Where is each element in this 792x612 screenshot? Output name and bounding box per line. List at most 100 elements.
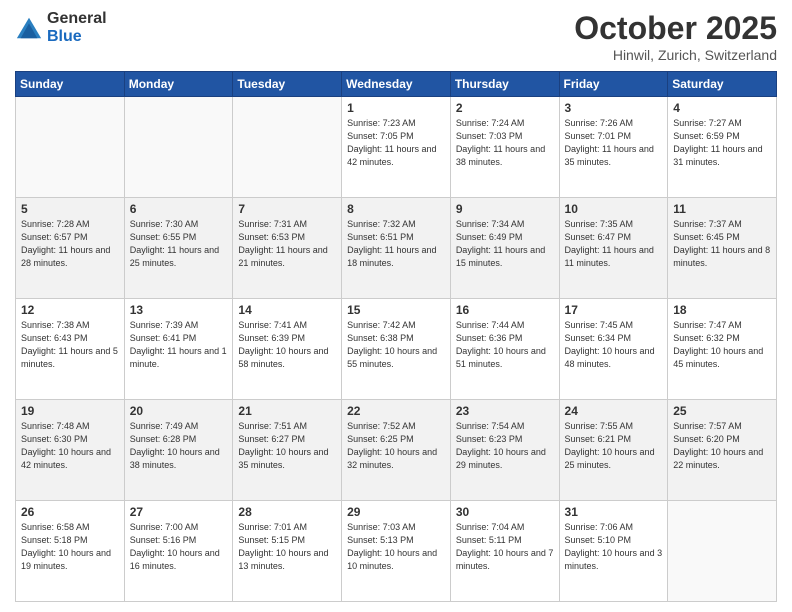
table-row: 7Sunrise: 7:31 AMSunset: 6:53 PMDaylight… xyxy=(233,198,342,299)
day-info: Sunrise: 7:48 AMSunset: 6:30 PMDaylight:… xyxy=(21,420,119,472)
table-row: 17 Sunrise: 7:45 AMSunset: 6:34 PMDayligh… xyxy=(559,299,668,400)
logo: General Blue xyxy=(15,10,107,45)
table-row: 30Sunrise: 7:04 AMSunset: 5:11 PMDayligh… xyxy=(450,501,559,602)
table-row: 23 Sunrise: 7:54 AMSunset: 6:23 PMDayligh… xyxy=(450,400,559,501)
table-row: 26 Sunrise: 6:58 AMSunset: 5:18 PMDayligh… xyxy=(16,501,125,602)
table-row: 16 Sunrise: 7:44 AMSunset: 6:36 PMDayligh… xyxy=(450,299,559,400)
day-number: 10 xyxy=(565,202,663,216)
day-number: 22 xyxy=(347,404,445,418)
col-sunday: Sunday xyxy=(16,72,125,97)
day-number: 18 xyxy=(673,303,771,317)
day-info: Sunrise: 7:51 AMSunset: 6:27 PMDaylight:… xyxy=(238,420,336,472)
table-row: 15Sunrise: 7:42 AMSunset: 6:38 PMDayligh… xyxy=(342,299,451,400)
day-number: 25 xyxy=(673,404,771,418)
day-number: 31 xyxy=(565,505,663,519)
day-info: Sunrise: 7:27 AMSunset: 6:59 PMDaylight:… xyxy=(673,117,771,169)
col-tuesday: Tuesday xyxy=(233,72,342,97)
day-number: 13 xyxy=(130,303,228,317)
table-row: 3 Sunrise: 7:26 AMSunset: 7:01 PMDaylight… xyxy=(559,97,668,198)
day-info: Sunrise: 7:45 AMSunset: 6:34 PMDaylight:… xyxy=(565,319,663,371)
day-info: Sunrise: 7:38 AMSunset: 6:43 PMDaylight:… xyxy=(21,319,119,371)
day-number: 19 xyxy=(21,404,119,418)
day-info: Sunrise: 7:30 AMSunset: 6:55 PMDaylight:… xyxy=(130,218,228,270)
day-number: 8 xyxy=(347,202,445,216)
logo-icon xyxy=(15,14,43,42)
table-row: 5Sunrise: 7:28 AMSunset: 6:57 PMDaylight… xyxy=(16,198,125,299)
day-info: Sunrise: 6:58 AMSunset: 5:18 PMDaylight:… xyxy=(21,521,119,573)
day-number: 27 xyxy=(130,505,228,519)
day-number: 6 xyxy=(130,202,228,216)
day-info: Sunrise: 7:24 AMSunset: 7:03 PMDaylight:… xyxy=(456,117,554,169)
table-row: 18 Sunrise: 7:47 AMSunset: 6:32 PMDayligh… xyxy=(668,299,777,400)
table-row xyxy=(16,97,125,198)
logo-blue-text: Blue xyxy=(47,28,107,46)
day-number: 7 xyxy=(238,202,336,216)
table-row: 24 Sunrise: 7:55 AMSunset: 6:21 PMDayligh… xyxy=(559,400,668,501)
day-number: 16 xyxy=(456,303,554,317)
table-row: 4 Sunrise: 7:27 AMSunset: 6:59 PMDaylight… xyxy=(668,97,777,198)
day-number: 23 xyxy=(456,404,554,418)
day-info: Sunrise: 7:52 AMSunset: 6:25 PMDaylight:… xyxy=(347,420,445,472)
calendar-table: Sunday Monday Tuesday Wednesday Thursday… xyxy=(15,71,777,602)
table-row xyxy=(668,501,777,602)
day-number: 2 xyxy=(456,101,554,115)
day-number: 11 xyxy=(673,202,771,216)
table-row: 8 Sunrise: 7:32 AMSunset: 6:51 PMDaylight… xyxy=(342,198,451,299)
table-row: 9 Sunrise: 7:34 AMSunset: 6:49 PMDaylight… xyxy=(450,198,559,299)
day-info: Sunrise: 7:47 AMSunset: 6:32 PMDaylight:… xyxy=(673,319,771,371)
calendar-header-row: Sunday Monday Tuesday Wednesday Thursday… xyxy=(16,72,777,97)
day-number: 28 xyxy=(238,505,336,519)
title-block: October 2025 Hinwil, Zurich, Switzerland xyxy=(574,10,777,63)
table-row: 14Sunrise: 7:41 AMSunset: 6:39 PMDayligh… xyxy=(233,299,342,400)
table-row: 2 Sunrise: 7:24 AMSunset: 7:03 PMDaylight… xyxy=(450,97,559,198)
table-row: 25Sunrise: 7:57 AMSunset: 6:20 PMDayligh… xyxy=(668,400,777,501)
logo-text: General Blue xyxy=(47,10,107,45)
table-row: 20 Sunrise: 7:49 AMSunset: 6:28 PMDayligh… xyxy=(124,400,233,501)
day-number: 9 xyxy=(456,202,554,216)
day-info: Sunrise: 7:32 AMSunset: 6:51 PMDaylight:… xyxy=(347,218,445,270)
day-number: 17 xyxy=(565,303,663,317)
day-info: Sunrise: 7:01 AMSunset: 5:15 PMDaylight:… xyxy=(238,521,336,573)
page: General Blue October 2025 Hinwil, Zurich… xyxy=(0,0,792,612)
day-number: 14 xyxy=(238,303,336,317)
table-row xyxy=(233,97,342,198)
logo-general-text: General xyxy=(47,10,107,28)
day-number: 12 xyxy=(21,303,119,317)
table-row: 19 Sunrise: 7:48 AMSunset: 6:30 PMDayligh… xyxy=(16,400,125,501)
month-title: October 2025 xyxy=(574,10,777,47)
day-number: 3 xyxy=(565,101,663,115)
day-number: 15 xyxy=(347,303,445,317)
location: Hinwil, Zurich, Switzerland xyxy=(574,47,777,63)
col-saturday: Saturday xyxy=(668,72,777,97)
col-monday: Monday xyxy=(124,72,233,97)
header: General Blue October 2025 Hinwil, Zurich… xyxy=(15,10,777,63)
day-number: 26 xyxy=(21,505,119,519)
table-row: 29Sunrise: 7:03 AMSunset: 5:13 PMDayligh… xyxy=(342,501,451,602)
day-info: Sunrise: 7:44 AMSunset: 6:36 PMDaylight:… xyxy=(456,319,554,371)
table-row: 10 Sunrise: 7:35 AMSunset: 6:47 PMDayligh… xyxy=(559,198,668,299)
table-row: 13Sunrise: 7:39 AMSunset: 6:41 PMDayligh… xyxy=(124,299,233,400)
day-number: 4 xyxy=(673,101,771,115)
table-row: 12 Sunrise: 7:38 AMSunset: 6:43 PMDayligh… xyxy=(16,299,125,400)
day-number: 21 xyxy=(238,404,336,418)
day-info: Sunrise: 7:37 AMSunset: 6:45 PMDaylight:… xyxy=(673,218,771,270)
day-number: 24 xyxy=(565,404,663,418)
day-info: Sunrise: 7:54 AMSunset: 6:23 PMDaylight:… xyxy=(456,420,554,472)
day-number: 29 xyxy=(347,505,445,519)
col-friday: Friday xyxy=(559,72,668,97)
col-wednesday: Wednesday xyxy=(342,72,451,97)
table-row: 11 Sunrise: 7:37 AMSunset: 6:45 PMDayligh… xyxy=(668,198,777,299)
table-row xyxy=(124,97,233,198)
day-info: Sunrise: 7:26 AMSunset: 7:01 PMDaylight:… xyxy=(565,117,663,169)
day-info: Sunrise: 7:34 AMSunset: 6:49 PMDaylight:… xyxy=(456,218,554,270)
day-info: Sunrise: 7:35 AMSunset: 6:47 PMDaylight:… xyxy=(565,218,663,270)
day-number: 20 xyxy=(130,404,228,418)
day-info: Sunrise: 7:55 AMSunset: 6:21 PMDaylight:… xyxy=(565,420,663,472)
day-info: Sunrise: 7:28 AMSunset: 6:57 PMDaylight:… xyxy=(21,218,119,270)
col-thursday: Thursday xyxy=(450,72,559,97)
table-row: 22 Sunrise: 7:52 AMSunset: 6:25 PMDayligh… xyxy=(342,400,451,501)
day-info: Sunrise: 7:49 AMSunset: 6:28 PMDaylight:… xyxy=(130,420,228,472)
table-row: 28 Sunrise: 7:01 AMSunset: 5:15 PMDayligh… xyxy=(233,501,342,602)
day-info: Sunrise: 7:04 AMSunset: 5:11 PMDaylight:… xyxy=(456,521,554,573)
table-row: 1Sunrise: 7:23 AMSunset: 7:05 PMDaylight… xyxy=(342,97,451,198)
